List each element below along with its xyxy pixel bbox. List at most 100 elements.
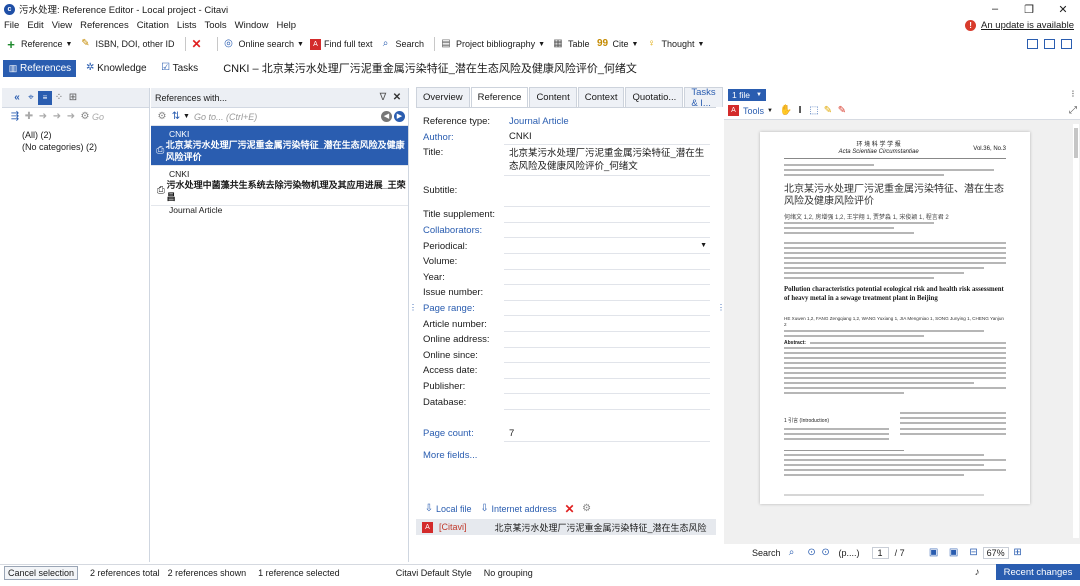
tab-tasks-locations[interactable]: Tasks & I... — [684, 87, 723, 109]
online-search-button[interactable]: ◎ Online search ▼ — [222, 37, 304, 51]
tab-references[interactable]: ▥ References — [3, 59, 77, 77]
title-input[interactable]: 北京某污水处理厂污泥重金属污染特征_潜在生态风险及健康风险评价_何绪文 — [504, 145, 710, 177]
filter-icon[interactable]: ⇶ — [8, 110, 22, 124]
page-number-input[interactable]: 1 — [871, 547, 889, 559]
year-input[interactable] — [504, 270, 710, 286]
next-result-icon[interactable]: ⊙ — [819, 546, 833, 560]
remove-attachment-icon[interactable]: ✕ — [563, 502, 577, 516]
page-range-label-link[interactable]: Page range: — [416, 303, 504, 314]
fit-width-icon[interactable]: ▣ — [947, 546, 961, 560]
category-item[interactable]: (No categories) (2) — [22, 141, 149, 153]
cite-button[interactable]: 99 Cite ▼ — [596, 37, 639, 51]
periodical-select[interactable]: ▼ — [504, 238, 710, 254]
move-up-icon[interactable]: ➜ — [36, 110, 50, 124]
sort-icon[interactable]: ⇅ — [169, 110, 183, 124]
tab-quotations[interactable]: Quotatio... — [625, 87, 684, 107]
cancel-selection-button[interactable]: Cancel selection — [4, 565, 79, 580]
maximize-button[interactable]: ❐ — [1012, 3, 1046, 16]
publisher-input[interactable] — [504, 379, 710, 395]
tools-menu[interactable]: Tools — [743, 106, 764, 116]
collapse-pane-icon[interactable]: « — [10, 91, 24, 105]
layout-single-icon[interactable] — [1027, 39, 1038, 49]
zoom-out-icon[interactable]: ⊟ — [967, 546, 981, 560]
subtitle-input[interactable] — [504, 176, 710, 208]
internet-address-button[interactable]: Internet address — [492, 504, 557, 514]
close-pane-icon[interactable]: ✕ — [390, 91, 404, 105]
fit-page-icon[interactable]: ▣ — [927, 546, 941, 560]
database-input[interactable] — [504, 394, 710, 410]
layout-three-pane-icon[interactable] — [1061, 39, 1072, 49]
category-tree-icon[interactable]: ≡ — [38, 90, 52, 105]
title-supplement-input[interactable] — [504, 207, 710, 223]
tab-overview[interactable]: Overview — [416, 87, 470, 107]
menu-view[interactable]: View — [52, 20, 72, 31]
page-count-input[interactable]: 7 — [504, 426, 710, 442]
splitter-handle[interactable]: ⋮ — [409, 304, 417, 339]
filter-funnel-icon[interactable]: ∇ — [376, 91, 390, 105]
update-notice[interactable]: ! An update is available — [965, 18, 1074, 32]
update-link[interactable]: An update is available — [981, 20, 1074, 31]
new-reference-button[interactable]: + Reference ▼ — [4, 37, 72, 51]
dropdown-arrow-icon[interactable]: ▼ — [183, 113, 190, 120]
goto-input[interactable]: Go to... (Ctrl+E) — [194, 112, 381, 122]
fullscreen-icon[interactable]: ⤢ — [1066, 104, 1080, 118]
online-since-input[interactable] — [504, 348, 710, 364]
isbn-doi-button[interactable]: ✎ ISBN, DOI, other ID — [78, 37, 174, 51]
tab-reference[interactable]: Reference — [470, 87, 529, 107]
category-goto-input[interactable]: Go — [92, 112, 104, 122]
category-item[interactable]: (All) (2) — [22, 129, 149, 141]
tab-tasks[interactable]: ☑ Tasks — [156, 60, 204, 77]
next-icon[interactable]: ▶ — [394, 111, 405, 122]
tab-content[interactable]: Content — [529, 87, 577, 107]
group-icon[interactable]: ⁘ — [52, 91, 66, 105]
tab-context[interactable]: Context — [577, 87, 625, 107]
menu-tools[interactable]: Tools — [204, 20, 226, 31]
find-full-text-button[interactable]: A Find full text — [309, 38, 373, 50]
previous-result-icon[interactable]: ⊙ — [805, 546, 819, 560]
minimize-button[interactable]: – — [978, 3, 1012, 15]
file-selector[interactable]: 1 file ▼ — [728, 89, 766, 101]
reference-type-link[interactable]: Journal Article — [504, 114, 710, 130]
bell-icon[interactable]: ♪ — [970, 566, 984, 580]
more-fields-link[interactable]: More fields... — [416, 450, 504, 461]
splitter-handle[interactable]: ⋮ — [717, 304, 725, 339]
page-range-input[interactable] — [504, 301, 710, 317]
menu-references[interactable]: References — [80, 20, 129, 31]
indent-icon[interactable]: ➜ — [64, 110, 78, 124]
menu-file[interactable]: File — [4, 20, 19, 31]
attachment-row[interactable]: A [Citavi] 北京某污水处理厂污泥重金属污染特征_潜在生态风险 — [416, 519, 716, 535]
tab-knowledge[interactable]: ✲ Knowledge — [80, 60, 151, 77]
collaborators-label-link[interactable]: Collaborators: — [416, 225, 504, 236]
volume-input[interactable] — [504, 254, 710, 270]
zoom-in-icon[interactable]: ⊞ — [1011, 546, 1025, 560]
settings-icon[interactable]: ⚙ — [155, 110, 169, 124]
settings-icon[interactable]: ⚙ — [580, 502, 594, 516]
search-button[interactable]: ⌕ Search — [379, 37, 424, 51]
search-icon[interactable]: ⌕ — [785, 546, 799, 560]
move-down-icon[interactable]: ➜ — [50, 110, 64, 124]
author-label-link[interactable]: Author: — [416, 132, 504, 143]
table-button[interactable]: ▦ Table — [551, 37, 589, 51]
citation-style[interactable]: Citavi Default Style — [396, 568, 472, 578]
zoom-level[interactable]: 67% — [982, 547, 1009, 559]
local-file-button[interactable]: Local file — [436, 504, 472, 514]
access-date-input[interactable] — [504, 363, 710, 379]
online-address-input[interactable] — [504, 332, 710, 348]
menu-window[interactable]: Window — [235, 20, 269, 31]
grouping[interactable]: No grouping — [484, 568, 533, 578]
hierarchy-icon[interactable]: ⊞ — [66, 91, 80, 105]
highlight-red-icon[interactable]: ✎ — [835, 104, 849, 118]
menu-lists[interactable]: Lists — [177, 20, 197, 31]
project-bibliography-button[interactable]: ▤ Project bibliography ▼ — [439, 37, 545, 51]
previous-icon[interactable]: ◀ — [381, 111, 392, 122]
thought-button[interactable]: ♀ Thought ▼ — [644, 37, 705, 51]
article-number-input[interactable] — [504, 316, 710, 332]
page-count-label-link[interactable]: Page count: — [416, 428, 504, 439]
author-input[interactable]: CNKI — [504, 130, 710, 146]
text-select-icon[interactable]: I — [793, 104, 807, 118]
collaborators-input[interactable] — [504, 223, 710, 239]
pdf-page-preview[interactable]: 环 境 科 学 学 报 Acta Scientiae Circumstantia… — [760, 132, 1030, 504]
menu-edit[interactable]: Edit — [27, 20, 43, 31]
delete-button[interactable]: ✕ — [190, 37, 207, 51]
preview-scrollbar[interactable] — [1073, 124, 1079, 538]
